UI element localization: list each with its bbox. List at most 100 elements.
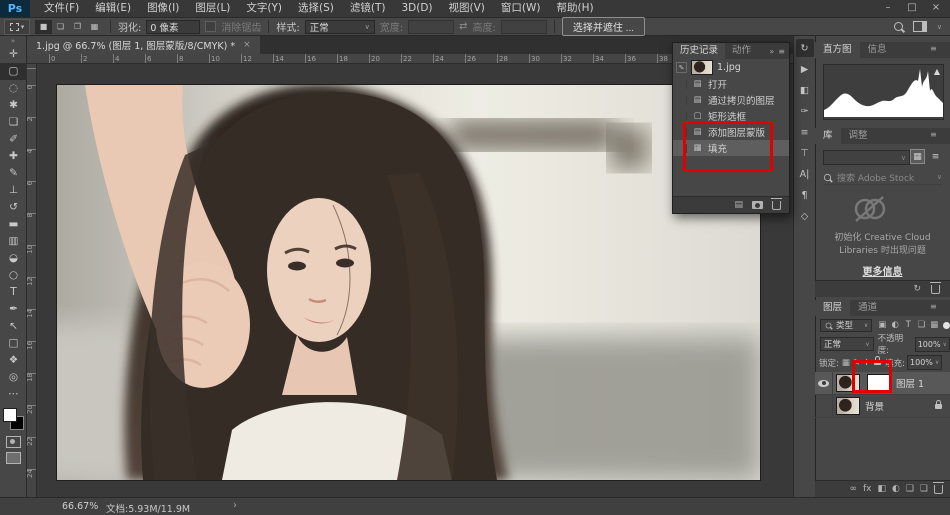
intersect-selection-mode[interactable]: ▦	[86, 20, 103, 34]
eyedropper-tool[interactable]: ✐	[0, 131, 27, 148]
tool-presets-panel-icon[interactable]: ✑	[796, 102, 814, 120]
history-item[interactable]: ▤ 打开	[673, 76, 789, 92]
select-and-mask-button[interactable]: 选择并遮住 ...	[562, 17, 645, 36]
pen-tool[interactable]: ✒	[0, 301, 27, 318]
tool-preset-picker[interactable]: ▾	[4, 19, 30, 35]
delete-library-icon[interactable]	[931, 285, 940, 294]
delete-state-icon[interactable]	[772, 201, 781, 210]
rectangle-tool[interactable]: □	[0, 335, 27, 352]
add-layer-mask-icon[interactable]: ◧	[877, 484, 886, 494]
link-layers-icon[interactable]: ∞	[849, 484, 857, 494]
edit-toolbar-button[interactable]: ⋯	[0, 386, 27, 403]
lock-transparency-icon[interactable]: ▦	[842, 358, 850, 368]
more-info-link[interactable]: 更多信息	[815, 263, 950, 278]
dodge-tool[interactable]: ○	[0, 267, 27, 284]
history-source-checkbox[interactable]	[677, 80, 687, 89]
history-panel-icon[interactable]: ↻	[796, 39, 814, 57]
menu-item[interactable]: 3D(D)	[393, 0, 440, 17]
list-view-button[interactable]: ≡	[928, 149, 943, 164]
grid-view-button[interactable]: ▦	[910, 149, 925, 164]
new-selection-mode[interactable]: ■	[35, 20, 52, 34]
history-source-checkbox[interactable]	[677, 96, 687, 105]
filter-type-layers-icon[interactable]: T	[902, 320, 914, 330]
layer-group-icon[interactable]: ❑	[906, 484, 914, 494]
panel-menu-icon[interactable]: ≡	[930, 44, 942, 53]
tab-channels[interactable]: 通道	[850, 300, 885, 316]
layer-visibility-toggle[interactable]	[815, 372, 833, 394]
tab-info[interactable]: 信息	[860, 42, 895, 58]
screen-mode-button[interactable]	[6, 452, 21, 464]
tab-history[interactable]: 历史记录	[673, 43, 725, 59]
minimize-button[interactable]: –	[876, 0, 900, 16]
menu-item[interactable]: 编辑(E)	[87, 0, 139, 17]
rectangular-marquee-tool[interactable]: ▢	[0, 63, 27, 80]
menu-item[interactable]: 窗口(W)	[493, 0, 549, 17]
menu-item[interactable]: 帮助(H)	[549, 0, 602, 17]
tab-actions[interactable]: 动作	[725, 43, 758, 59]
menu-item[interactable]: 滤镜(T)	[342, 0, 394, 17]
filter-toggle-icon[interactable]	[943, 322, 950, 329]
type-tool[interactable]: T	[0, 284, 27, 301]
history-brush-tool[interactable]: ↺	[0, 199, 27, 216]
maximize-button[interactable]: □	[900, 0, 924, 16]
hand-tool[interactable]: ❖	[0, 352, 27, 369]
width-input[interactable]	[408, 20, 454, 34]
swap-width-height-icon[interactable]: ⇄	[459, 21, 467, 32]
anti-alias-checkbox[interactable]	[205, 21, 216, 32]
clone-stamp-tool[interactable]: ⊥	[0, 182, 27, 199]
menu-item[interactable]: 视图(V)	[441, 0, 493, 17]
vertical-ruler[interactable]: 024681012141618202224	[27, 64, 37, 497]
document-tab[interactable]: 1.jpg @ 66.7% (图层 1, 图层蒙版/8/CMYK) * ×	[27, 36, 260, 54]
tab-libraries[interactable]: 库	[815, 128, 841, 144]
panel-menu-icon[interactable]: ≡	[930, 130, 942, 139]
filter-shape-layers-icon[interactable]: ❏	[915, 320, 927, 330]
actions-panel-icon[interactable]: ▶	[796, 60, 814, 78]
menu-item[interactable]: 选择(S)	[290, 0, 342, 17]
tab-adjustments[interactable]: 调整	[841, 128, 876, 144]
crop-tool[interactable]: ❏	[0, 114, 27, 131]
properties-panel-icon[interactable]: ≡	[796, 123, 814, 141]
eraser-tool[interactable]: ▬	[0, 216, 27, 233]
gradient-tool[interactable]: ▥	[0, 233, 27, 250]
opacity-select[interactable]: 100% ∨	[915, 337, 950, 352]
new-layer-icon[interactable]: ❏	[920, 484, 928, 494]
character-panel-icon[interactable]: A|	[796, 165, 814, 183]
tab-layers[interactable]: 图层	[815, 300, 850, 316]
lasso-tool[interactable]: ◌	[0, 80, 27, 97]
library-select[interactable]: ∨	[823, 150, 910, 165]
zoom-tool[interactable]: ◎	[0, 369, 27, 386]
search-icon[interactable]	[894, 22, 903, 31]
move-tool[interactable]: ✛	[0, 46, 27, 63]
feather-input[interactable]	[146, 20, 200, 34]
close-tab-icon[interactable]: ×	[243, 40, 251, 50]
filter-adjustment-layers-icon[interactable]: ◐	[889, 320, 901, 330]
clone-source-panel-icon[interactable]: ⊤	[796, 144, 814, 162]
layer-visibility-toggle[interactable]	[815, 395, 833, 417]
menu-item[interactable]: 文件(F)	[36, 0, 87, 17]
blend-mode-select[interactable]: 正常 ∨	[820, 337, 874, 351]
collapse-tools-icon[interactable]: »	[0, 36, 26, 46]
brush-tool[interactable]: ✎	[0, 165, 27, 182]
panel-menu-icon[interactable]: ≡	[930, 302, 942, 311]
layer-row-background[interactable]: 背景	[815, 395, 950, 418]
spot-healing-brush-tool[interactable]: ✚	[0, 148, 27, 165]
photo-canvas[interactable]	[57, 85, 760, 480]
layer-style-icon[interactable]: fx	[863, 484, 872, 494]
tab-histogram[interactable]: 直方图	[815, 42, 860, 58]
filter-smart-objects-icon[interactable]: ▦	[928, 320, 940, 330]
blur-tool[interactable]: ◒	[0, 250, 27, 267]
paragraph-panel-icon[interactable]: ¶	[796, 186, 814, 204]
filter-pixel-layers-icon[interactable]: ▣	[876, 320, 888, 330]
workspace-switcher-icon[interactable]	[913, 21, 927, 32]
history-source-checkbox[interactable]	[677, 112, 687, 121]
new-document-from-state-icon[interactable]: ▤	[734, 200, 743, 210]
menu-item[interactable]: 图层(L)	[187, 0, 238, 17]
adjustments-panel-icon[interactable]: ◧	[796, 81, 814, 99]
adjustment-layer-icon[interactable]: ◐	[892, 484, 900, 494]
style-select[interactable]: 正常∨	[305, 20, 375, 34]
add-selection-mode[interactable]: ❏	[52, 20, 69, 34]
height-input[interactable]	[501, 20, 547, 34]
quick-selection-tool[interactable]: ✱	[0, 97, 27, 114]
history-item[interactable]: ▤ 通过拷贝的图层	[673, 92, 789, 108]
path-selection-tool[interactable]: ↖	[0, 318, 27, 335]
